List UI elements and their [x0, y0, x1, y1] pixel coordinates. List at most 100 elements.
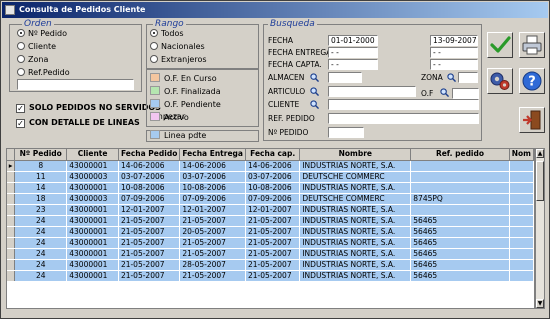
table-row[interactable]: 14 43000001 10-08-2006 10-08-2006 10-08-2006… [7, 182, 534, 194]
config-button[interactable] [487, 68, 513, 94]
table-cell[interactable]: INDUSTRIAS NORTE, S.A. [299, 226, 412, 238]
col-header-ref-pedido[interactable]: Ref. pedido [410, 149, 510, 161]
scroll-up-arrow-icon[interactable]: ▲ [536, 149, 544, 158]
table-cell[interactable]: DEUTSCHE COMMERC [299, 193, 412, 205]
table-cell[interactable] [410, 182, 510, 194]
articulo-input[interactable] [328, 86, 416, 97]
table-cell[interactable]: 24 [14, 226, 68, 238]
table-cell[interactable]: 21-05-2007 [245, 237, 301, 249]
table-cell[interactable]: 56465 [410, 259, 510, 271]
table-cell[interactable]: 21-05-2007 [245, 226, 301, 238]
row-indicator[interactable] [7, 226, 16, 238]
solo-pedidos-checkbox[interactable]: ✓ SOLO PEDIDOS NO SERVIDOS [16, 102, 161, 113]
table-row[interactable]: 11 43000003 03-07-2006 03-07-2006 03-07-2006… [7, 171, 534, 183]
orden-search-input[interactable] [17, 79, 134, 90]
table-cell[interactable]: 21-05-2007 [179, 248, 246, 260]
table-cell[interactable]: 14 [14, 182, 68, 194]
table-row[interactable]: 24 43000001 21-05-2007 20-05-2007 21-05-2007… [7, 226, 534, 238]
scroll-thumb[interactable] [536, 161, 544, 201]
row-indicator[interactable] [7, 171, 16, 183]
table-cell[interactable]: 23 [14, 204, 68, 216]
col-header-cliente[interactable]: Cliente [66, 149, 119, 161]
table-cell[interactable]: 8 [14, 160, 68, 172]
table-row[interactable]: 24 43000001 21-05-2007 28-05-2007 21-05-2007… [7, 259, 534, 271]
fecha-entrega-to-input[interactable]: - - [430, 47, 478, 58]
table-cell[interactable]: 12-01-2007 [245, 204, 301, 216]
table-cell[interactable]: 43000001 [66, 204, 119, 216]
table-cell[interactable]: 43000003 [66, 171, 119, 183]
table-cell[interactable]: 24 [14, 237, 68, 249]
fecha-to-input[interactable]: 13-09-2007 [430, 35, 478, 46]
scroll-down-arrow-icon[interactable]: ▼ [536, 299, 544, 308]
table-cell[interactable]: 21-05-2007 [118, 237, 181, 249]
table-row[interactable]: 24 43000001 21-05-2007 21-05-2007 21-05-2007… [7, 215, 534, 227]
table-cell[interactable]: 21-05-2007 [245, 270, 301, 282]
table-cell[interactable]: 43000001 [66, 237, 119, 249]
orden-radio-cliente[interactable]: Cliente [17, 41, 56, 52]
col-header-fecha-entrega[interactable]: Fecha Entrega [179, 149, 246, 161]
table-cell[interactable]: 21-05-2007 [245, 259, 301, 271]
table-cell[interactable]: 56465 [410, 237, 510, 249]
fecha-from-input[interactable]: 01-01-2000 [328, 35, 378, 46]
table-row[interactable]: 24 43000001 21-05-2007 21-05-2007 21-05-2007… [7, 270, 534, 282]
col-header-n-pedido[interactable]: Nº Pedido [14, 149, 68, 161]
table-cell[interactable]: 07-09-2006 [118, 193, 181, 205]
search-icon[interactable] [310, 100, 319, 109]
table-cell[interactable] [509, 171, 534, 183]
accept-button[interactable] [487, 32, 513, 58]
table-cell[interactable]: 24 [14, 215, 68, 227]
table-cell[interactable]: 21-05-2007 [179, 215, 246, 227]
table-row[interactable]: ▸ 8 43000001 14-06-2006 14-06-2006 14-06-2006… [7, 160, 534, 172]
row-indicator[interactable] [7, 182, 16, 194]
table-cell[interactable]: 10-08-2006 [118, 182, 181, 194]
table-cell[interactable]: 14-06-2006 [118, 160, 181, 172]
table-cell[interactable] [410, 160, 510, 172]
orden-radio-ref-pedido[interactable]: Ref.Pedido [17, 67, 70, 78]
table-cell[interactable]: INDUSTRIAS NORTE, S.A. [299, 237, 412, 249]
table-cell[interactable] [509, 226, 534, 238]
row-indicator[interactable] [7, 259, 16, 271]
row-indicator[interactable] [7, 237, 16, 249]
row-indicator[interactable] [7, 193, 16, 205]
table-cell[interactable]: 43000001 [66, 215, 119, 227]
table-cell[interactable]: 43000001 [66, 182, 119, 194]
cliente-input[interactable] [328, 99, 479, 110]
table-cell[interactable]: INDUSTRIAS NORTE, S.A. [299, 215, 412, 227]
grid-vertical-scrollbar[interactable]: ▲ ▼ [535, 148, 545, 309]
table-cell[interactable]: 03-07-2006 [245, 171, 301, 183]
exit-button[interactable] [519, 107, 545, 133]
table-cell[interactable]: 20-05-2007 [179, 226, 246, 238]
table-cell[interactable]: 56465 [410, 215, 510, 227]
table-cell[interactable]: 18 [14, 193, 68, 205]
table-cell[interactable]: 43000003 [66, 193, 119, 205]
table-cell[interactable] [509, 215, 534, 227]
table-row[interactable]: 24 43000001 21-05-2007 21-05-2007 21-05-2007… [7, 248, 534, 260]
row-indicator[interactable]: ▸ [7, 160, 16, 172]
table-row[interactable]: 23 43000001 12-01-2007 12-01-2007 12-01-2007… [7, 204, 534, 216]
search-icon[interactable] [310, 87, 319, 96]
of-input[interactable] [452, 88, 479, 99]
table-cell[interactable]: 21-05-2007 [118, 259, 181, 271]
col-header-nombre[interactable]: Nombre [299, 149, 412, 161]
col-header-nom[interactable]: Nom [509, 149, 534, 161]
table-cell[interactable] [509, 248, 534, 260]
table-cell[interactable]: 28-05-2007 [179, 259, 246, 271]
fecha-entrega-from-input[interactable]: - - [328, 47, 378, 58]
table-cell[interactable]: 43000001 [66, 259, 119, 271]
table-cell[interactable] [410, 204, 510, 216]
fecha-capta-from-input[interactable]: - - [328, 59, 378, 70]
table-cell[interactable] [509, 182, 534, 194]
fecha-capta-to-input[interactable]: - - [430, 59, 478, 70]
table-cell[interactable]: 8745PQ [410, 193, 510, 205]
table-cell[interactable]: 21-05-2007 [179, 237, 246, 249]
row-indicator[interactable] [7, 270, 16, 282]
zona-input[interactable] [458, 72, 478, 83]
row-indicator[interactable] [7, 204, 16, 216]
row-indicator[interactable] [7, 248, 16, 260]
table-cell[interactable]: 07-09-2006 [179, 193, 246, 205]
table-row[interactable]: 24 43000001 21-05-2007 21-05-2007 21-05-2007… [7, 237, 534, 249]
table-cell[interactable]: 43000001 [66, 248, 119, 260]
con-detalle-checkbox[interactable]: ✓ CON DETALLE DE LINEAS [16, 117, 140, 128]
almacen-input[interactable] [328, 72, 362, 83]
table-cell[interactable]: INDUSTRIAS NORTE, S.A. [299, 270, 412, 282]
